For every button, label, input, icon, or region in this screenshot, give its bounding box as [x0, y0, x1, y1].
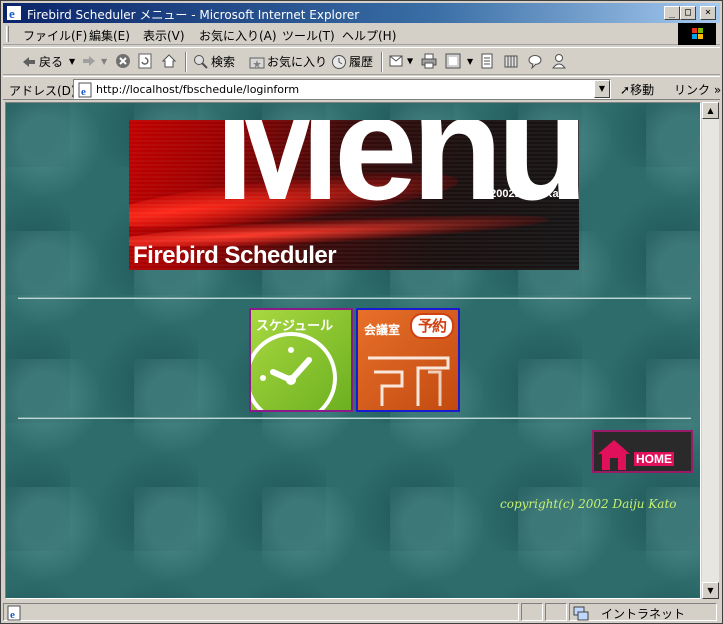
research-button[interactable] [503, 53, 521, 71]
divider [18, 297, 691, 299]
menu-grip[interactable] [6, 26, 9, 42]
back-label: 戻る [39, 55, 64, 69]
clock-icon [251, 332, 337, 410]
person-icon [551, 54, 567, 69]
messenger-icon [528, 55, 542, 69]
history-button[interactable]: 履歴 [331, 53, 373, 71]
scroll-up-icon[interactable]: ▲ [702, 102, 719, 119]
back-button[interactable]: 戻る ▼ [21, 53, 75, 71]
menu-tools[interactable]: ツール(T) [282, 27, 335, 44]
back-dropdown-icon[interactable]: ▼ [69, 57, 75, 66]
intranet-zone-icon [573, 606, 589, 621]
banner-copyright: ©2002Daiju Kato [482, 188, 569, 200]
forward-button[interactable]: ▼ [81, 53, 107, 71]
schedule-tile[interactable]: スケジュール [249, 308, 353, 412]
favorites-button[interactable]: お気に入り [249, 53, 327, 71]
search-button[interactable]: 検索 [193, 53, 235, 71]
edit-button[interactable]: ▼ [445, 53, 473, 71]
toolbar-separator [185, 52, 187, 72]
mail-button[interactable]: ▼ [389, 53, 413, 71]
research-icon [504, 55, 518, 68]
svg-text:e: e [10, 609, 15, 621]
mail-dropdown-icon[interactable]: ▼ [407, 57, 413, 66]
banner-product-name: Firebird Scheduler [133, 242, 337, 269]
status-message-cell: e [3, 603, 519, 621]
stop-icon [116, 54, 130, 68]
messenger-button[interactable] [527, 53, 545, 71]
forward-arrow-icon [83, 56, 95, 66]
favorites-folder-icon [249, 57, 265, 68]
discuss-button[interactable] [479, 53, 497, 71]
page-copyright: copyright(c) 2002 Daiju Kato [500, 497, 677, 511]
browser-window: e Firebird Scheduler メニュー - Microsoft In… [0, 0, 723, 624]
menu-view[interactable]: 表示(V) [143, 27, 185, 44]
mail-icon [389, 55, 403, 67]
menu-banner: Menu ©2002Daiju Kato Firebird Scheduler [129, 120, 579, 270]
address-bar: アドレス(D) e http://localhost/fbschedule/lo… [3, 76, 721, 100]
page-icon: e [78, 82, 92, 98]
forward-dropdown-icon[interactable]: ▼ [101, 57, 107, 66]
home-icon [161, 54, 177, 68]
go-label: 移動 [630, 83, 655, 97]
refresh-button[interactable] [137, 53, 155, 71]
status-bar: e イントラネット [3, 602, 720, 622]
edit-dropdown-icon[interactable]: ▼ [467, 57, 473, 66]
search-icon [194, 54, 208, 69]
title-bar: e Firebird Scheduler メニュー - Microsoft In… [3, 3, 720, 23]
status-cell [545, 603, 567, 621]
contacts-button[interactable] [551, 53, 569, 71]
home-link-button[interactable]: HOME [592, 430, 693, 473]
toolbar-separator [381, 52, 383, 72]
address-input[interactable]: e http://localhost/fbschedule/loginform … [73, 79, 611, 99]
back-arrow-icon [23, 56, 35, 67]
search-label: 検索 [211, 55, 236, 69]
page-status-icon: e [7, 605, 21, 621]
print-icon [421, 53, 437, 69]
home-label: HOME [634, 452, 674, 466]
menu-help[interactable]: ヘルプ(H) [342, 27, 396, 44]
toolbar: 戻る ▼ ▼ 検索 お気に入り 履歴 ▼ ▼ [3, 47, 720, 75]
divider [18, 417, 691, 419]
house-icon [598, 440, 630, 470]
vertical-scrollbar[interactable]: ▲ ▼ [701, 102, 719, 599]
banner-heading: Menu [215, 120, 579, 231]
page-content: Menu ©2002Daiju Kato Firebird Scheduler … [5, 102, 701, 599]
refresh-icon [138, 53, 152, 69]
zone-label: イントラネット [601, 607, 686, 621]
address-dropdown-icon[interactable]: ▼ [594, 80, 610, 98]
address-label: アドレス(D) [9, 84, 76, 98]
windows-logo-icon [678, 23, 716, 45]
address-url: http://localhost/fbschedule/loginform [96, 83, 300, 96]
links-button[interactable]: リンク » [674, 81, 721, 98]
edit-page-icon [445, 53, 461, 69]
status-cell [521, 603, 543, 621]
document-icon [481, 53, 493, 69]
internet-explorer-icon: e [7, 6, 21, 21]
menu-favorites[interactable]: お気に入り(A) [199, 27, 277, 44]
go-button[interactable]: ➚移動 [620, 81, 654, 98]
stop-button[interactable] [115, 53, 133, 71]
scroll-down-icon[interactable]: ▼ [702, 582, 719, 599]
svg-text:e: e [81, 86, 86, 98]
home-toolbar-button[interactable] [161, 53, 179, 71]
meeting-table-icon [368, 356, 450, 406]
close-button[interactable]: × [700, 6, 716, 20]
favorites-label: お気に入り [267, 55, 328, 69]
maximize-button[interactable]: □ [680, 6, 696, 20]
window-title: Firebird Scheduler メニュー - Microsoft Inte… [27, 8, 360, 22]
history-icon [332, 54, 346, 69]
print-button[interactable] [421, 53, 439, 71]
menu-bar: ファイル(F) 編集(E) 表示(V) お気に入り(A) ツール(T) ヘルプ(… [3, 23, 720, 45]
meeting-room-tile[interactable]: 会議室 予約 [356, 308, 460, 412]
go-arrow-icon: ➚ [620, 83, 631, 97]
menu-edit[interactable]: 編集(E) [89, 27, 130, 44]
svg-text:e: e [9, 6, 15, 21]
history-label: 履歴 [349, 55, 374, 69]
minimize-button[interactable]: _ [664, 6, 680, 20]
menu-file[interactable]: ファイル(F) [23, 27, 87, 44]
